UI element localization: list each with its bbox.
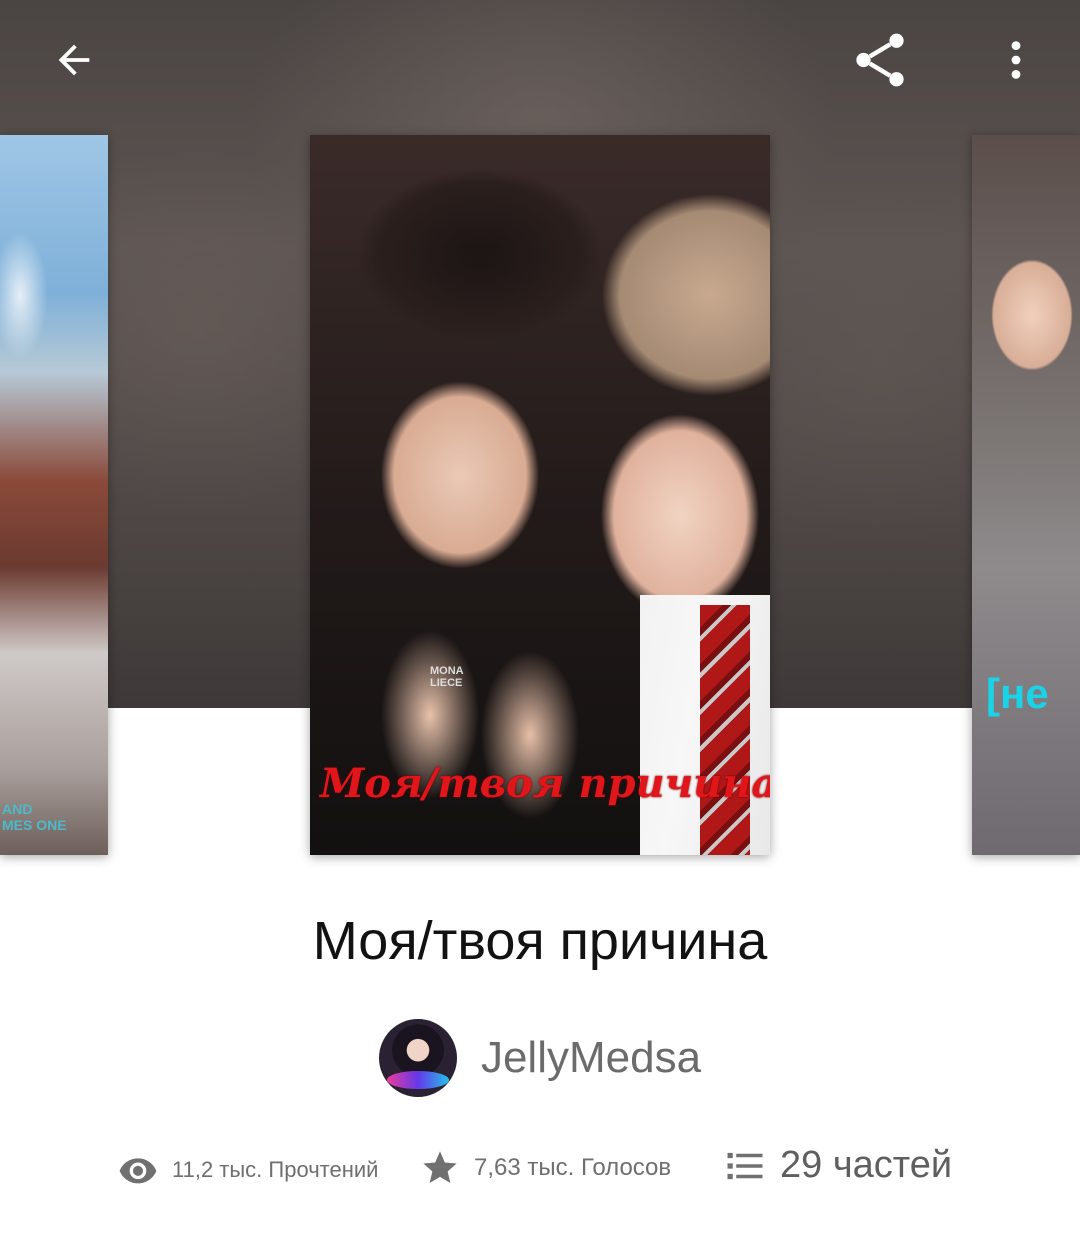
- cover-title-text: Моя/твоя причина: [320, 760, 770, 807]
- cover-previous-text: AND MES ONE: [2, 801, 67, 833]
- author-name[interactable]: JellyMedsa: [481, 1033, 701, 1083]
- avatar-accent: [386, 1071, 449, 1089]
- cover-art: [0, 195, 80, 395]
- list-icon: [727, 1152, 763, 1179]
- arrow-left-icon: [58, 44, 90, 76]
- cover-next[interactable]: [не: [972, 135, 1080, 855]
- share-button[interactable]: [842, 22, 918, 98]
- more-options-button[interactable]: [978, 22, 1054, 98]
- stat-votes: 7,63 тыс. Голосов: [420, 1148, 671, 1188]
- stat-parts[interactable]: 29 частей: [724, 1144, 952, 1187]
- cover-art-tie: [700, 605, 750, 855]
- story-title: Моя/твоя причина: [312, 911, 768, 971]
- stats-row: 11,2 тыс. Прочтений 7,63 тыс. Голосов 29…: [0, 1140, 1080, 1204]
- cover-watermark: MONA LIECE: [430, 665, 464, 689]
- author-row[interactable]: JellyMedsa: [0, 1018, 1080, 1098]
- cover-next-text: [не: [986, 670, 1049, 717]
- cover-previous[interactable]: AND MES ONE: [0, 135, 108, 855]
- more-vert-icon: [1011, 41, 1021, 79]
- parts-count[interactable]: 29 частей: [780, 1144, 952, 1187]
- votes-count: 7,63 тыс. Голосов: [474, 1154, 672, 1181]
- eye-icon: [119, 1158, 157, 1184]
- author-avatar[interactable]: [378, 1019, 457, 1097]
- reads-count: 11,2 тыс. Прочтений: [172, 1157, 379, 1182]
- star-icon: [423, 1151, 457, 1183]
- stat-reads: 11,2 тыс. Прочтений: [118, 1150, 378, 1190]
- cover-current[interactable]: MONA LIECE Моя/твоя причина: [310, 135, 770, 855]
- back-button[interactable]: [36, 22, 112, 98]
- share-icon: [856, 33, 904, 87]
